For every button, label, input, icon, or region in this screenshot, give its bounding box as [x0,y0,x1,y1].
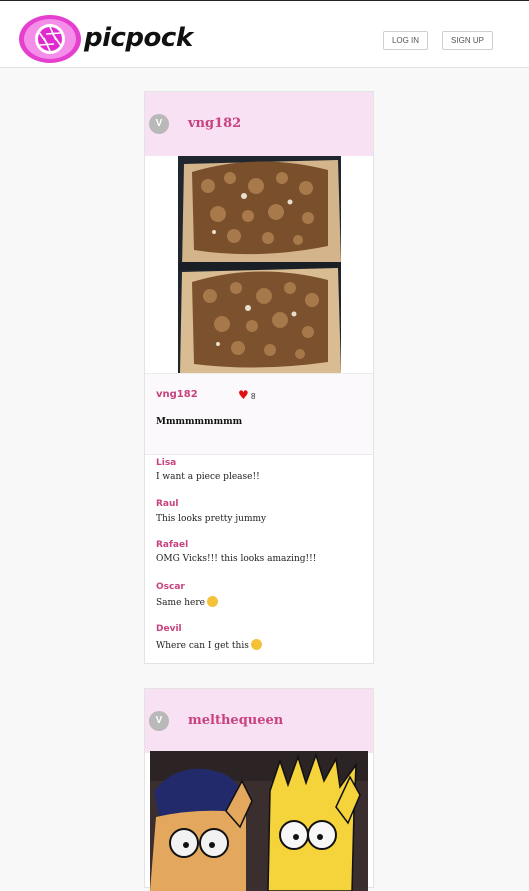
top-bar: picpock LOG IN SIGN UP [0,0,529,68]
like-count: 8 [251,392,256,401]
post-card: V vng182 vng182 ♥ 8 Mmmmmmmmm Lisa I wan… [144,91,374,664]
comment-author[interactable]: Raul [156,499,179,509]
comment-text: Same here [156,596,219,608]
comment-text: I want a piece please!! [156,472,260,482]
comment-text: OMG Vicks!!! this looks amazing!!! [156,554,317,564]
heart-icon[interactable]: ♥ [238,389,249,401]
comment-author[interactable]: Lisa [156,458,176,468]
brand-name[interactable]: picpock [84,23,193,53]
post-author[interactable]: vng182 [156,389,198,400]
signup-button[interactable]: SIGN UP [442,31,493,50]
post-image[interactable] [178,156,341,373]
camera-aperture-icon[interactable] [18,14,82,64]
comment-text: Where can I get this [156,639,262,651]
comment-text-content: Where can I get this [156,641,249,651]
post-username[interactable]: melthequeen [188,713,283,728]
comment-text: This looks pretty jummy [156,514,267,524]
avatar[interactable]: V [149,114,169,134]
post-meta [145,374,373,454]
post-header: V vng182 [145,92,373,156]
post-caption: Mmmmmmmmm [156,417,243,427]
post-header: V melthequeen [145,689,373,753]
comment-text-content: Same here [156,598,206,608]
avatar[interactable]: V [149,711,169,731]
divider [145,454,373,455]
smiling-face-emoji [250,639,262,650]
login-button[interactable]: LOG IN [383,31,428,50]
post-image[interactable] [150,751,368,891]
clapping-hands-emoji [207,596,219,607]
comment-author[interactable]: Devil [156,624,182,634]
comment-author[interactable]: Oscar [156,582,185,592]
comment-author[interactable]: Rafael [156,540,188,550]
post-username[interactable]: vng182 [188,116,241,131]
post-card: V melthequeen [144,688,374,891]
